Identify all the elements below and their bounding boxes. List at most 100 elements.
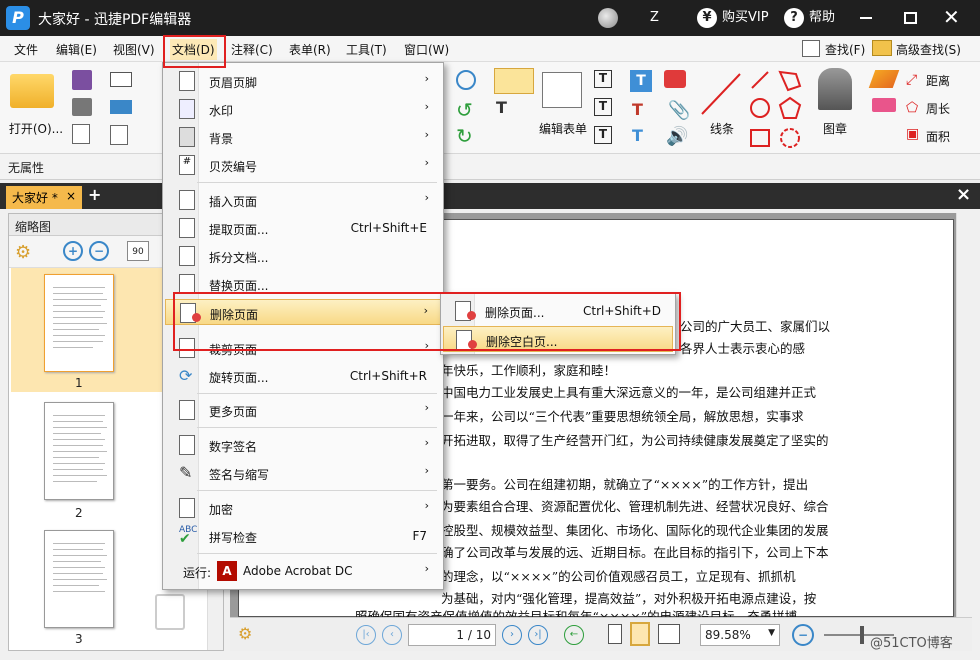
menu-document[interactable]: 文档(D) <box>170 39 217 60</box>
sound-icon[interactable]: 🔊 <box>666 126 688 147</box>
menu-item-digital-signature[interactable]: 数字签名 › <box>165 432 441 458</box>
facing-page-icon[interactable] <box>658 624 680 644</box>
next-page-icon[interactable]: › <box>502 625 522 645</box>
tab-close-icon[interactable]: × <box>66 189 76 203</box>
email-icon[interactable] <box>110 72 132 87</box>
menu-item-replace-page[interactable]: 替换页面... <box>165 271 441 297</box>
menu-item-spell-check[interactable]: ABC ✔ 拼写检查 F7 <box>165 523 441 549</box>
tab-document[interactable]: 大家好 * × <box>6 186 82 209</box>
line-icon[interactable] <box>698 70 744 118</box>
single-page-icon[interactable] <box>608 624 622 644</box>
menu-item-extract-page[interactable]: 提取页面... Ctrl+Shift+E <box>165 215 441 241</box>
menu-item-header-footer[interactable]: 页眉页脚 › <box>165 68 441 94</box>
yen-icon[interactable]: ¥ <box>697 8 717 28</box>
menu-file[interactable]: 文件 <box>14 41 38 58</box>
thumbnail-page-3[interactable] <box>44 530 114 628</box>
menu-view[interactable]: 视图(V) <box>113 41 155 58</box>
buy-vip-button[interactable]: 购买VIP <box>722 0 769 36</box>
select-text-icon[interactable] <box>494 68 534 94</box>
thumb-zoom-out-icon[interactable]: − <box>89 241 109 261</box>
zoom-out-icon[interactable]: − <box>792 624 814 646</box>
advanced-find-button[interactable]: 高级查找(S) <box>896 41 961 58</box>
note-icon[interactable] <box>664 70 686 88</box>
folder-icon[interactable] <box>10 74 54 108</box>
user-initial[interactable]: Z <box>650 0 659 36</box>
zoom-select[interactable]: 89.58% ▼ <box>700 624 780 646</box>
thumb-zoom-in-icon[interactable]: + <box>63 241 83 261</box>
shape-tools-icon[interactable] <box>748 68 804 150</box>
scan-icon[interactable] <box>110 100 132 114</box>
menu-window[interactable]: 窗口(W) <box>404 41 449 58</box>
close-all-tabs-button[interactable]: × <box>956 184 971 205</box>
minimize-button[interactable] <box>860 17 872 19</box>
submenu-item-delete-blank-pages[interactable]: 删除空白页... <box>443 326 673 352</box>
eraser-icon[interactable] <box>872 98 896 112</box>
area-button[interactable]: 面积 <box>926 128 950 145</box>
menu-item-watermark[interactable]: 水印 › <box>165 96 441 122</box>
zoom-in-icon[interactable] <box>456 70 476 90</box>
first-page-icon[interactable]: |‹ <box>356 625 376 645</box>
attach-icon[interactable]: 📎 <box>668 100 690 121</box>
stamp-button[interactable]: 图章 <box>815 120 855 137</box>
help-button[interactable]: 帮助 <box>809 0 835 36</box>
thumb-settings-icon[interactable]: ⚙ <box>15 242 31 263</box>
menu-item-bates-number[interactable]: # 贝茨编号 › <box>165 152 441 178</box>
moon-icon[interactable] <box>598 8 618 28</box>
edit-form-button[interactable]: 编辑表单 <box>533 120 593 137</box>
help-icon[interactable]: ? <box>784 8 804 28</box>
perimeter-button[interactable]: 周长 <box>926 100 950 117</box>
menu-item-encrypt[interactable]: 加密 › <box>165 495 441 521</box>
underline-icon[interactable]: T <box>632 126 643 145</box>
menu-edit[interactable]: 编辑(E) <box>56 41 97 58</box>
submenu-item-delete-pages[interactable]: 删除页面... Ctrl+Shift+D <box>443 298 673 324</box>
new-doc-icon[interactable] <box>110 125 128 145</box>
continuous-page-icon[interactable] <box>630 622 650 646</box>
thumbnail-page-2[interactable] <box>44 402 114 500</box>
menu-item-insert-page[interactable]: 插入页面 › <box>165 187 441 213</box>
zoom-slider-thumb[interactable] <box>860 626 864 644</box>
stamp-icon[interactable] <box>818 68 852 110</box>
back-icon[interactable]: ← <box>564 625 584 645</box>
save-icon[interactable] <box>72 70 92 90</box>
status-settings-icon[interactable]: ⚙ <box>238 624 252 643</box>
thumbnail-page-1[interactable] <box>44 274 114 372</box>
distance-button[interactable]: 距离 <box>926 72 950 89</box>
close-window-button[interactable]: ✕ <box>943 5 960 29</box>
area-icon[interactable]: ▣ <box>906 126 919 142</box>
add-text-icon[interactable]: T <box>496 98 522 120</box>
rotate-right-icon[interactable]: ↻ <box>456 126 473 146</box>
menu-item-background[interactable]: 背景 › <box>165 124 441 150</box>
edit-form-icon[interactable] <box>542 72 582 108</box>
strikeout-icon[interactable]: T <box>632 100 643 119</box>
prev-page-icon[interactable]: ‹ <box>382 625 402 645</box>
add-tab-button[interactable]: + <box>88 185 101 204</box>
menu-item-crop-page[interactable]: 裁剪页面 › <box>165 335 441 361</box>
thumb-rotate-icon[interactable]: 90 <box>127 241 149 261</box>
perimeter-icon[interactable]: ⬠ <box>906 100 918 116</box>
print-icon[interactable] <box>72 98 92 116</box>
callout-icon[interactable]: T <box>594 126 612 144</box>
text-box-icon[interactable]: T <box>594 98 612 116</box>
open-button[interactable]: 打开(O)... <box>6 120 66 137</box>
menu-comment[interactable]: 注释(C) <box>231 41 273 58</box>
last-page-icon[interactable]: ›| <box>528 625 548 645</box>
find-button[interactable]: 查找(F) <box>825 41 865 58</box>
rotate-left-icon[interactable]: ↺ <box>456 100 473 120</box>
menu-item-rotate-page[interactable]: ⟳ 旋转页面... Ctrl+Shift+R <box>165 363 441 389</box>
distance-icon[interactable]: ⤢ <box>906 72 917 88</box>
pencil-icon[interactable] <box>868 70 900 88</box>
menu-form[interactable]: 表单(R) <box>289 41 331 58</box>
export-icon[interactable] <box>72 124 90 144</box>
menu-item-run[interactable]: 运行: A Adobe Acrobat DC › <box>165 558 441 584</box>
maximize-button[interactable] <box>904 12 917 24</box>
line-button[interactable]: 线条 <box>702 120 742 137</box>
typewriter-icon[interactable]: T <box>630 70 652 92</box>
text-field-icon[interactable]: T <box>594 70 612 88</box>
menu-item-delete-page[interactable]: 删除页面 › <box>165 299 441 325</box>
page-number-input[interactable]: 1 / 10 <box>408 624 496 646</box>
menu-item-sign-initials[interactable]: ✎ 签名与缩写 › <box>165 460 441 486</box>
menu-item-split-document[interactable]: 拆分文档... <box>165 243 441 269</box>
document-scrollbar[interactable] <box>956 213 972 617</box>
menu-item-more-pages[interactable]: 更多页面 › <box>165 397 441 423</box>
menu-tools[interactable]: 工具(T) <box>346 41 387 58</box>
